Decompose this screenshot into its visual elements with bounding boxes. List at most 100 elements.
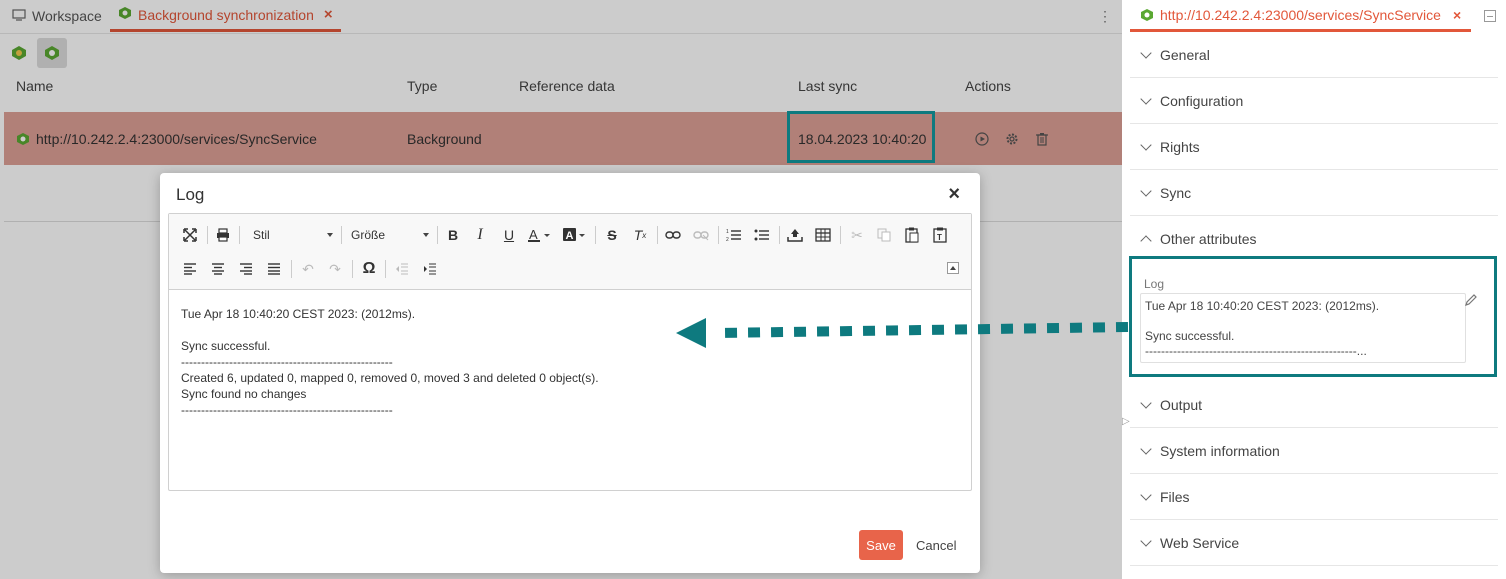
chevron-down-icon [1140,488,1152,501]
close-tab-icon[interactable]: × [1453,7,1461,23]
chevron-down-icon [327,233,333,237]
numbered-list-icon[interactable]: 12 [723,224,745,246]
toolbar-separator [657,226,658,244]
upload-icon[interactable] [784,224,806,246]
pencil-icon[interactable] [1464,293,1478,310]
log-line: Sync found no changes [181,387,307,401]
chevron-down-icon [1140,396,1152,409]
bold-icon[interactable]: B [442,224,464,246]
align-left-icon[interactable] [179,258,201,280]
toolbar-separator [437,226,438,244]
log-attribute-highlight: Log Tue Apr 18 10:40:20 CEST 2023: (2012… [1129,256,1497,377]
section-label: Output [1160,396,1203,413]
chevron-up-icon [1140,235,1152,247]
svg-text:1: 1 [726,229,729,235]
toolbar-separator [207,226,208,244]
log-preview-line: Tue Apr 18 10:40:20 CEST 2023: (2012ms). [1145,299,1380,313]
underline-icon[interactable]: U [498,224,520,246]
italic-icon[interactable]: I [469,224,491,246]
chevron-down-icon [1140,184,1152,197]
section-web-service[interactable]: Web Service [1130,520,1498,566]
tab-label: http://10.242.2.4:23000/services/SyncSer… [1160,6,1441,23]
section-label: General [1160,46,1210,63]
paste-text-icon[interactable]: T [929,224,951,246]
toolbar-separator [352,260,353,278]
align-center-icon[interactable] [207,258,229,280]
log-line: Created 6, updated 0, mapped 0, removed … [181,371,599,385]
log-line: ----------------------------------------… [181,403,393,417]
outdent-icon [391,258,413,280]
toolbar-separator [239,226,240,244]
special-character-icon[interactable]: Ω [358,258,380,280]
style-select[interactable]: Stil [253,224,333,246]
svg-text:A: A [529,227,538,242]
size-select[interactable]: Größe [351,224,429,246]
toolbar-separator [595,226,596,244]
editor-toolbar: Stil Größe B I U A A S Tx 1 2 ✂ T ↶ ↷ Ω [169,214,971,290]
paste-icon[interactable] [901,224,923,246]
strikethrough-icon[interactable]: S [601,224,623,246]
last-sync-highlight [787,111,935,163]
toolbar-separator [840,226,841,244]
splitter-handle-icon[interactable]: ▷ [1122,416,1130,427]
justify-icon[interactable] [263,258,285,280]
log-preview-line: Sync successful. [1145,329,1235,343]
align-right-icon[interactable] [235,258,257,280]
remove-format-icon[interactable]: Tx [629,224,651,246]
redo-icon: ↷ [329,260,341,277]
section-files[interactable]: Files [1130,474,1498,520]
section-label: Other attributes [1160,231,1257,247]
log-line: Sync successful. [181,339,271,353]
section-configuration[interactable]: Configuration [1130,78,1498,124]
details-pane: http://10.242.2.4:23000/services/SyncSer… [1122,0,1506,579]
rich-text-editor: Stil Größe B I U A A S Tx 1 2 ✂ T ↶ ↷ Ω … [168,213,972,491]
table-icon[interactable] [812,224,834,246]
section-label: Rights [1160,138,1200,155]
toolbar-separator [385,260,386,278]
chevron-down-icon [423,233,429,237]
toolbar-separator [291,260,292,278]
log-label: Log [1144,277,1165,291]
copy-icon [873,224,895,246]
toolbar-separator [779,226,780,244]
indent-icon[interactable] [419,258,441,280]
section-rights[interactable]: Rights [1130,124,1498,170]
svg-text:T: T [937,233,942,242]
save-button[interactable]: Save [859,530,903,560]
svg-text:A: A [566,230,574,242]
section-output[interactable]: Output [1130,382,1498,428]
log-line: ----------------------------------------… [181,355,393,369]
section-label: Configuration [1160,92,1244,109]
chevron-down-icon [1140,138,1152,151]
background-color-icon[interactable]: A [560,224,590,246]
toolbar-separator [341,226,342,244]
dialog-title: Log [176,185,205,204]
section-sync[interactable]: Sync [1130,170,1498,216]
section-label: System information [1160,442,1280,459]
collapse-icon[interactable] [1484,10,1496,22]
size-select-value: Größe [351,228,386,242]
cut-icon: ✂ [851,226,863,243]
cancel-button[interactable]: Cancel [916,530,956,560]
log-line: Tue Apr 18 10:40:20 CEST 2023: (2012ms). [181,307,416,321]
svg-text:2: 2 [726,237,729,242]
section-label: Web Service [1160,534,1240,551]
close-icon[interactable]: × [948,183,960,206]
section-system-information[interactable]: System information [1130,428,1498,474]
sync-service-icon [1141,8,1153,21]
link-icon[interactable] [662,224,684,246]
maximize-icon[interactable] [179,224,201,246]
text-color-icon[interactable]: A [525,224,555,246]
chevron-down-icon [1140,534,1152,547]
section-general[interactable]: General [1130,32,1498,78]
undo-icon: ↶ [302,260,314,277]
bullet-list-icon[interactable] [751,224,773,246]
print-icon[interactable] [212,224,234,246]
collapse-toolbar-icon[interactable] [945,261,961,275]
style-select-value: Stil [253,228,270,242]
section-label: Sync [1160,184,1192,201]
log-dialog: Log × Stil Größe B I U A A S T x 1 2 ✂ T… [160,173,980,573]
tab-sync-service[interactable]: http://10.242.2.4:23000/services/SyncSer… [1130,0,1472,32]
log-preview[interactable]: Tue Apr 18 10:40:20 CEST 2023: (2012ms).… [1140,293,1466,363]
editor-content[interactable]: Tue Apr 18 10:40:20 CEST 2023: (2012ms).… [181,306,961,418]
